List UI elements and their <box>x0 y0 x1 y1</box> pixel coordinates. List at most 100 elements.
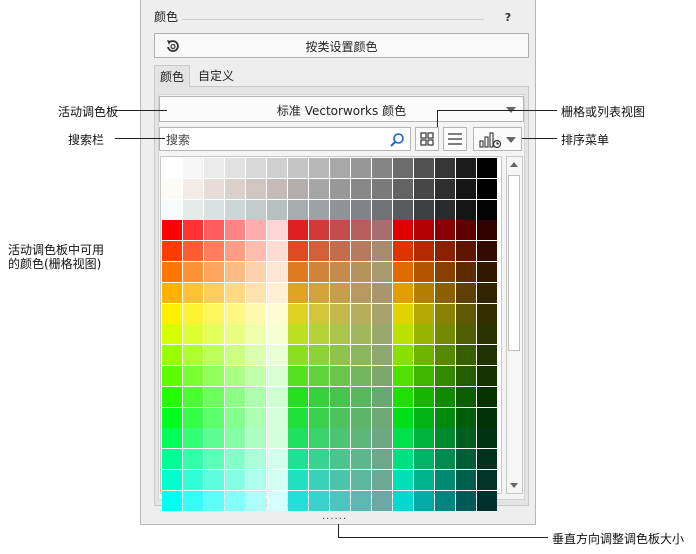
color-swatch[interactable] <box>477 470 497 490</box>
resize-grip[interactable]: ...... <box>322 512 347 522</box>
color-swatch[interactable] <box>309 220 329 241</box>
color-swatch[interactable] <box>330 407 350 428</box>
color-swatch[interactable] <box>288 303 308 324</box>
color-swatch[interactable] <box>162 158 182 178</box>
color-swatch[interactable] <box>225 178 245 199</box>
color-swatch[interactable] <box>372 199 392 220</box>
color-swatch[interactable] <box>477 490 497 511</box>
color-swatch[interactable] <box>372 470 392 490</box>
color-swatch[interactable] <box>204 345 224 366</box>
color-swatch[interactable] <box>477 199 497 220</box>
color-swatch[interactable] <box>225 490 245 511</box>
color-swatch[interactable] <box>309 449 329 470</box>
color-swatch[interactable] <box>414 428 434 449</box>
color-swatch[interactable] <box>435 158 455 178</box>
color-swatch[interactable] <box>162 386 182 407</box>
color-swatch[interactable] <box>393 345 413 366</box>
color-swatch[interactable] <box>330 262 350 282</box>
color-swatch[interactable] <box>246 449 266 470</box>
color-swatch[interactable] <box>183 303 203 324</box>
color-swatch[interactable] <box>351 490 371 511</box>
color-swatch[interactable] <box>204 282 224 303</box>
scroll-down-arrow[interactable] <box>507 478 522 493</box>
color-swatch[interactable] <box>393 199 413 220</box>
color-swatch[interactable] <box>246 324 266 345</box>
color-swatch[interactable] <box>477 178 497 199</box>
color-swatch[interactable] <box>393 324 413 345</box>
color-swatch[interactable] <box>309 178 329 199</box>
color-swatch[interactable] <box>204 220 224 241</box>
color-swatch[interactable] <box>330 366 350 386</box>
color-swatch[interactable] <box>225 262 245 282</box>
color-swatch[interactable] <box>204 386 224 407</box>
color-swatch[interactable] <box>414 220 434 241</box>
color-swatch[interactable] <box>183 345 203 366</box>
color-swatch[interactable] <box>162 199 182 220</box>
color-swatch[interactable] <box>414 386 434 407</box>
color-swatch[interactable] <box>435 470 455 490</box>
color-swatch[interactable] <box>435 282 455 303</box>
color-swatch[interactable] <box>477 158 497 178</box>
color-swatch[interactable] <box>225 324 245 345</box>
color-swatch[interactable] <box>477 262 497 282</box>
color-swatch[interactable] <box>288 407 308 428</box>
color-swatch[interactable] <box>309 386 329 407</box>
color-swatch[interactable] <box>246 303 266 324</box>
color-swatch[interactable] <box>162 428 182 449</box>
color-swatch[interactable] <box>309 366 329 386</box>
color-swatch[interactable] <box>309 407 329 428</box>
color-swatch[interactable] <box>225 241 245 262</box>
color-swatch[interactable] <box>372 428 392 449</box>
color-swatch[interactable] <box>183 490 203 511</box>
color-swatch[interactable] <box>204 449 224 470</box>
color-swatch[interactable] <box>225 199 245 220</box>
color-swatch[interactable] <box>351 428 371 449</box>
color-swatch[interactable] <box>372 407 392 428</box>
color-swatch[interactable] <box>162 490 182 511</box>
color-swatch[interactable] <box>393 282 413 303</box>
color-swatch[interactable] <box>225 366 245 386</box>
color-swatch[interactable] <box>225 428 245 449</box>
color-swatch[interactable] <box>330 470 350 490</box>
color-swatch[interactable] <box>225 220 245 241</box>
color-swatch[interactable] <box>351 470 371 490</box>
set-by-class-button[interactable]: 按类设置颜色 <box>154 33 529 58</box>
color-swatch[interactable] <box>309 158 329 178</box>
color-swatch[interactable] <box>183 199 203 220</box>
color-swatch[interactable] <box>477 428 497 449</box>
list-view-button[interactable] <box>443 127 467 151</box>
color-swatch[interactable] <box>204 366 224 386</box>
color-swatch[interactable] <box>393 449 413 470</box>
color-swatch[interactable] <box>372 366 392 386</box>
color-swatch[interactable] <box>351 345 371 366</box>
color-swatch[interactable] <box>267 407 287 428</box>
color-swatch[interactable] <box>309 470 329 490</box>
color-swatch[interactable] <box>330 449 350 470</box>
color-swatch[interactable] <box>393 303 413 324</box>
color-swatch[interactable] <box>267 178 287 199</box>
color-swatch[interactable] <box>330 303 350 324</box>
color-swatch[interactable] <box>372 282 392 303</box>
color-swatch[interactable] <box>204 262 224 282</box>
color-swatch[interactable] <box>288 366 308 386</box>
color-swatch[interactable] <box>435 428 455 449</box>
color-swatch[interactable] <box>351 386 371 407</box>
color-swatch[interactable] <box>372 220 392 241</box>
color-swatch[interactable] <box>351 262 371 282</box>
color-swatch[interactable] <box>204 324 224 345</box>
color-swatch[interactable] <box>330 282 350 303</box>
color-swatch[interactable] <box>330 386 350 407</box>
color-swatch[interactable] <box>414 407 434 428</box>
color-swatch[interactable] <box>162 220 182 241</box>
color-swatch[interactable] <box>456 199 476 220</box>
color-swatch[interactable] <box>204 428 224 449</box>
color-swatch[interactable] <box>162 262 182 282</box>
color-swatch[interactable] <box>330 220 350 241</box>
color-swatch[interactable] <box>477 407 497 428</box>
color-swatch[interactable] <box>309 241 329 262</box>
color-swatch[interactable] <box>288 241 308 262</box>
color-swatch[interactable] <box>267 220 287 241</box>
color-swatch[interactable] <box>288 428 308 449</box>
color-swatch[interactable] <box>372 345 392 366</box>
color-swatch[interactable] <box>414 366 434 386</box>
